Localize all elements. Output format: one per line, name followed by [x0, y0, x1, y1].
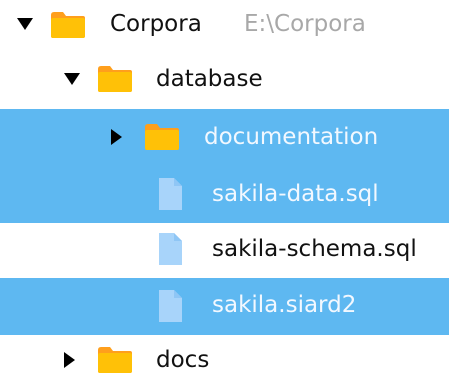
folder-icon [51, 12, 85, 38]
node-label: docs [156, 347, 210, 373]
node-path: E:\Corpora [244, 11, 366, 37]
node-label: Corpora [110, 11, 202, 37]
folder-icon [145, 124, 179, 150]
tree-node-sakila-siard2[interactable]: sakila.siard2 [0, 278, 449, 335]
folder-icon [98, 347, 132, 373]
folder-icon [98, 66, 132, 92]
tree-node-sakila-schema-sql[interactable]: sakila-schema.sql [0, 222, 449, 279]
tree-node-database[interactable]: database [0, 52, 449, 109]
file-tree: Corpora E:\Corpora database documentatio… [0, 0, 449, 378]
expand-arrow-down-icon[interactable] [64, 73, 80, 85]
file-icon [159, 290, 182, 322]
node-label: documentation [204, 124, 379, 150]
expand-arrow-down-icon[interactable] [17, 18, 33, 30]
tree-node-docs[interactable]: docs [0, 334, 449, 378]
tree-node-sakila-data-sql[interactable]: sakila-data.sql [0, 166, 449, 223]
tree-node-documentation[interactable]: documentation [0, 109, 449, 166]
node-label: sakila-schema.sql [212, 236, 417, 262]
node-label: sakila-data.sql [212, 181, 379, 207]
file-icon [159, 178, 182, 210]
expand-arrow-right-icon[interactable] [111, 129, 122, 145]
expand-arrow-right-icon[interactable] [64, 352, 75, 368]
tree-node-corpora[interactable]: Corpora E:\Corpora [0, 0, 449, 57]
node-label: sakila.siard2 [212, 292, 357, 318]
node-label: database [156, 66, 263, 92]
file-icon [159, 233, 182, 265]
